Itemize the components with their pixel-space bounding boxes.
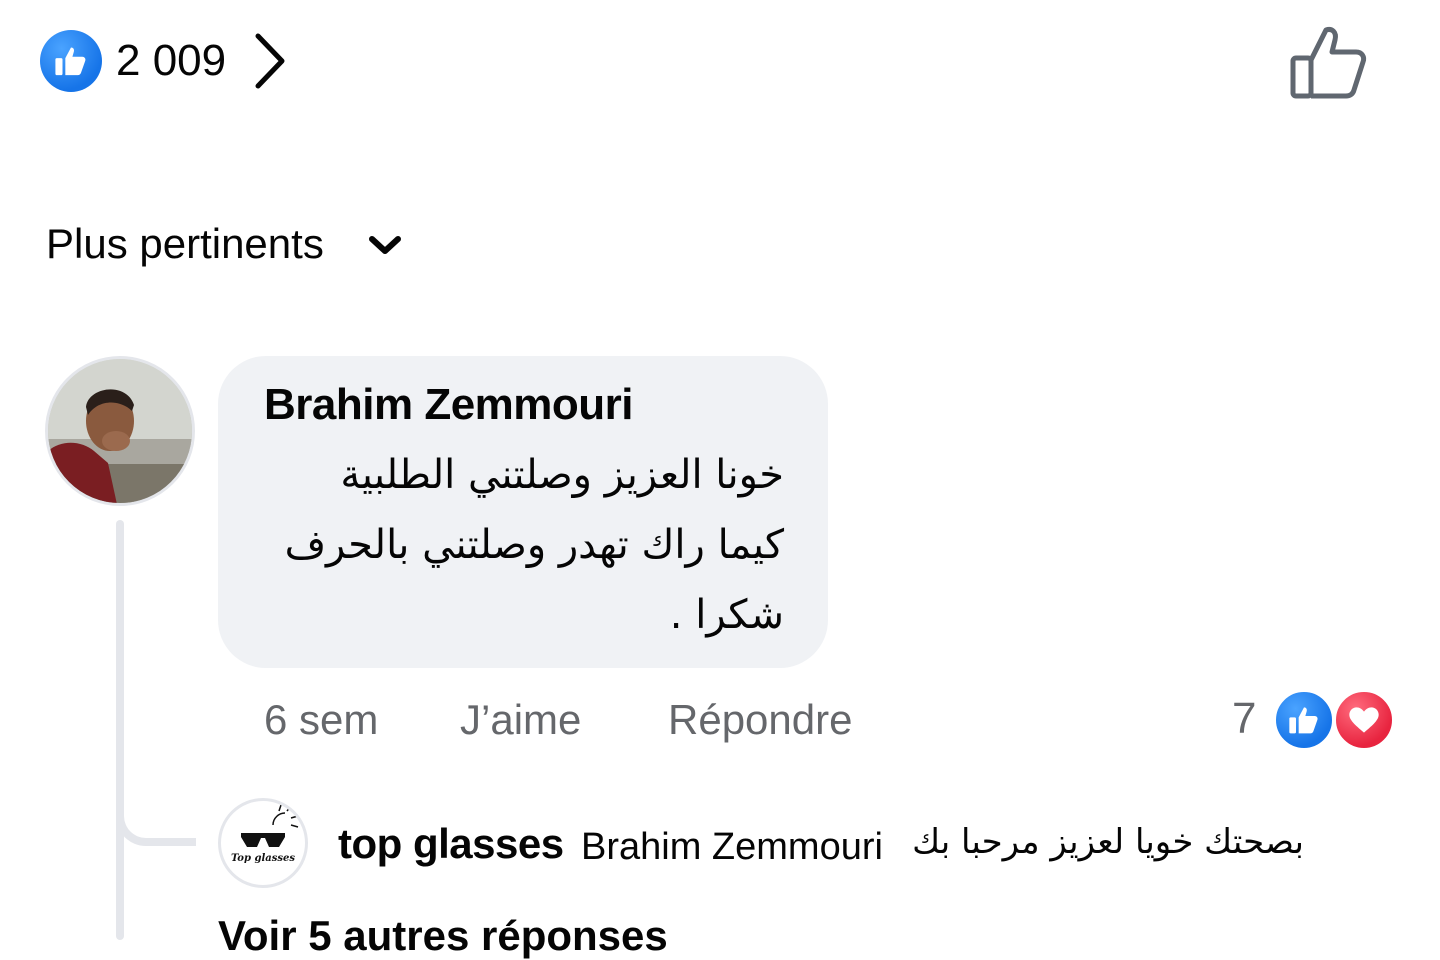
reply-mention[interactable]: Brahim Zemmouri xyxy=(581,826,883,869)
chevron-right-icon[interactable] xyxy=(250,30,290,92)
thread-connector xyxy=(116,760,196,846)
thumbs-up-outline-icon[interactable] xyxy=(1288,24,1368,100)
view-more-replies-link[interactable]: Voir 5 autres réponses xyxy=(218,912,668,960)
sort-dropdown-label[interactable]: Plus pertinents xyxy=(46,220,324,268)
reply-text: بصحتك خويا لعزيز مرحبا بك xyxy=(912,822,1304,862)
comment-reaction-count[interactable]: 7 xyxy=(1232,694,1256,744)
chevron-down-icon[interactable] xyxy=(368,230,402,260)
thumbs-up-icon[interactable] xyxy=(1272,688,1336,752)
reply-button[interactable]: Répondre xyxy=(668,696,852,744)
heart-icon[interactable] xyxy=(1332,688,1396,752)
comment-text: خونا العزيز وصلتني الطلبية كيما راك تهدر… xyxy=(264,440,784,650)
avatar[interactable] xyxy=(45,356,195,506)
reply-author[interactable]: top glasses xyxy=(338,820,564,868)
comment-text-line: كيما راك تهدر وصلتني بالحرف xyxy=(284,522,784,568)
reactions-count[interactable]: 2 009 xyxy=(116,36,226,86)
comment-text-line: خونا العزيز وصلتني الطلبية xyxy=(340,452,784,498)
reply-avatar[interactable]: Top glasses xyxy=(218,798,308,888)
reactions-like-icon[interactable] xyxy=(40,30,102,92)
svg-text:Top glasses: Top glasses xyxy=(231,853,295,864)
like-button[interactable]: J’aime xyxy=(460,696,581,744)
thread-line xyxy=(116,520,124,940)
comment-author[interactable]: Brahim Zemmouri xyxy=(264,380,634,430)
comment-timestamp[interactable]: 6 sem xyxy=(264,696,378,744)
comment-text-line: شكرا . xyxy=(669,592,784,638)
